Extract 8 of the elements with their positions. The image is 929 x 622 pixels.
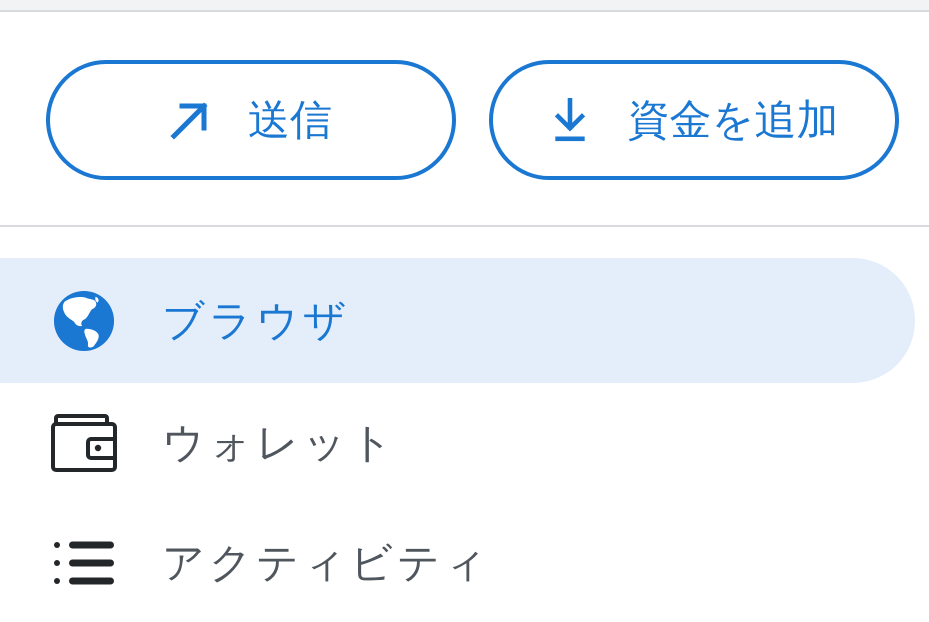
add-funds-button[interactable]: 資金を追加 [489, 60, 899, 180]
nav-item[interactable]: アクティビティ [0, 503, 915, 622]
nav-item[interactable]: ウォレット [0, 383, 915, 503]
nav-item[interactable]: ブラウザ [0, 258, 915, 383]
list-icon [54, 541, 114, 585]
globe-icon [53, 290, 115, 352]
wallet-icon [51, 414, 117, 472]
send-button[interactable]: 送信 [46, 60, 456, 180]
